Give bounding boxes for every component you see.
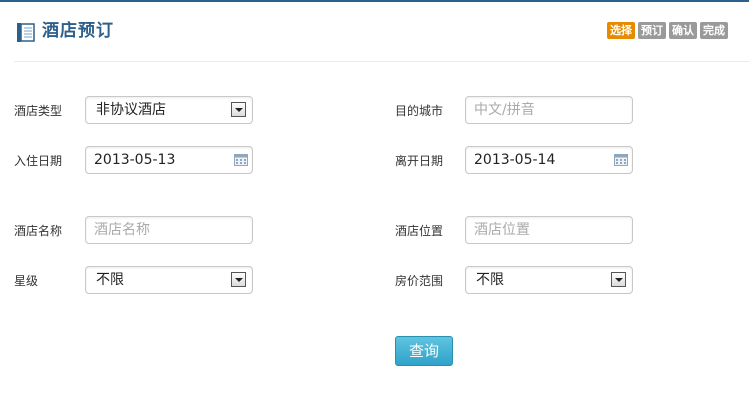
hotel-location-input[interactable]: 酒店位置: [465, 216, 633, 244]
top-border: [0, 0, 749, 2]
step-complete: 完成: [700, 22, 728, 39]
step-book: 预订: [638, 22, 666, 39]
hotel-type-select[interactable]: 非协议酒店: [85, 96, 253, 124]
checkin-label: 入住日期: [14, 154, 63, 168]
price-range-label: 房价范围: [395, 274, 444, 288]
query-button[interactable]: 查询: [395, 336, 453, 366]
price-range-value: 不限: [476, 272, 504, 288]
header-divider: [14, 61, 749, 62]
book-icon: [17, 23, 35, 42]
calendar-icon[interactable]: [234, 154, 248, 166]
page-title: 酒店预订: [42, 21, 114, 41]
star-value: 不限: [96, 272, 124, 288]
hotel-location-label: 酒店位置: [395, 224, 444, 238]
hotel-type-label: 酒店类型: [14, 104, 63, 118]
star-label: 星级: [14, 274, 39, 288]
hotel-type-value: 非协议酒店: [96, 102, 166, 118]
star-select[interactable]: 不限: [85, 266, 253, 294]
step-confirm: 确认: [669, 22, 697, 39]
chevron-down-icon[interactable]: [611, 272, 626, 287]
hotel-name-label: 酒店名称: [14, 224, 63, 238]
checkout-date-value: 2013-05-14: [474, 152, 556, 168]
checkin-date-input[interactable]: 2013-05-13: [85, 146, 253, 174]
step-indicator: 选择 预订 确认 完成: [607, 22, 728, 39]
hotel-name-input[interactable]: 酒店名称: [85, 216, 253, 244]
dest-city-label: 目的城市: [395, 104, 444, 118]
calendar-icon[interactable]: [614, 154, 628, 166]
checkout-label: 离开日期: [395, 154, 444, 168]
checkin-date-value: 2013-05-13: [94, 152, 176, 168]
step-select: 选择: [607, 22, 635, 39]
dest-city-input[interactable]: 中文/拼音: [465, 96, 633, 124]
checkout-date-input[interactable]: 2013-05-14: [465, 146, 633, 174]
price-range-select[interactable]: 不限: [465, 266, 633, 294]
chevron-down-icon[interactable]: [231, 272, 246, 287]
chevron-down-icon[interactable]: [231, 102, 246, 117]
